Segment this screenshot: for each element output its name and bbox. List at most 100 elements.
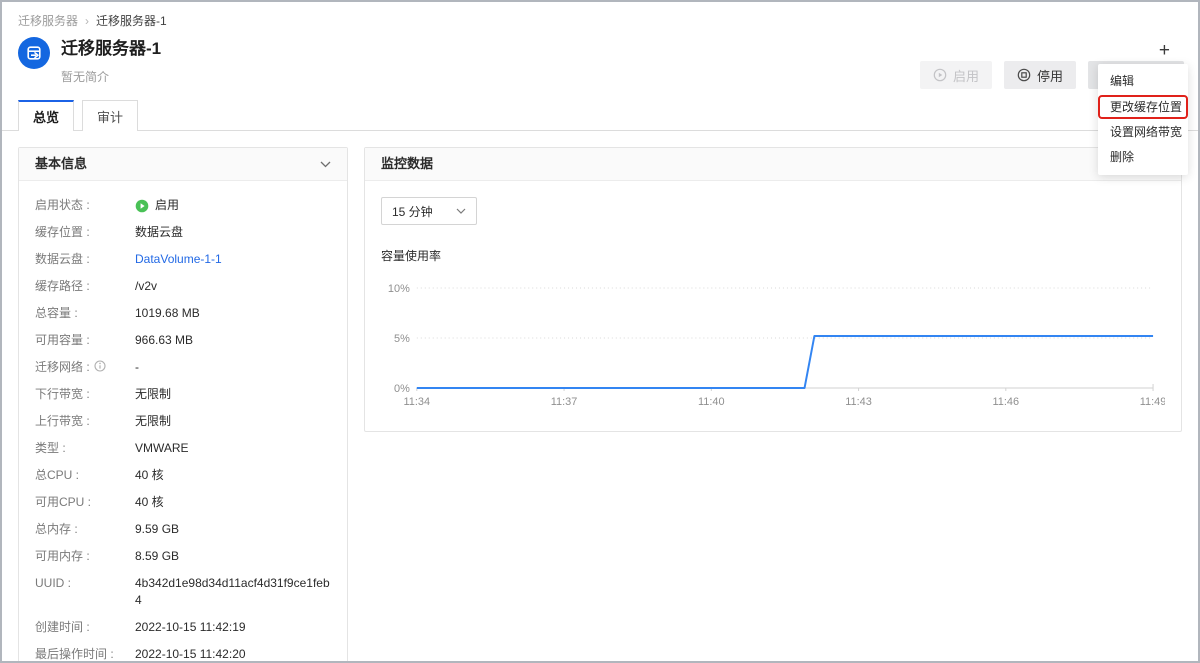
x-axis-tick-label: 11:46 — [993, 396, 1020, 408]
migration-server-icon — [18, 37, 50, 69]
stop-circle-icon — [1017, 68, 1031, 82]
info-row: 数据云盘 :DataVolume-1-1 — [35, 251, 331, 268]
info-value: 2022-10-15 11:42:20 — [135, 646, 331, 663]
info-label: 最后操作时间 : — [35, 646, 135, 663]
x-axis-tick-label: 11:37 — [551, 396, 578, 408]
breadcrumb: 迁移服务器 › 迁移服务器-1 — [2, 2, 1198, 29]
menu-item[interactable]: 编辑 — [1098, 69, 1188, 94]
breadcrumb-current: 迁移服务器-1 — [96, 12, 167, 29]
x-axis-tick-label: 11:43 — [845, 396, 872, 408]
content-area: 基本信息 启用状态 :启用缓存位置 :数据云盘数据云盘 :DataVolume-… — [2, 131, 1198, 663]
info-row: 总CPU :40 核 — [35, 467, 331, 484]
basic-info-header[interactable]: 基本信息 — [19, 148, 347, 181]
info-label: 上行带宽 : — [35, 413, 135, 430]
page-title: 迁移服务器-1 — [61, 37, 161, 61]
basic-info-panel: 基本信息 启用状态 :启用缓存位置 :数据云盘数据云盘 :DataVolume-… — [18, 147, 348, 663]
enable-button[interactable]: 启用 — [920, 61, 992, 89]
info-row: 启用状态 : 启用 — [35, 197, 331, 214]
info-row: 缓存位置 :数据云盘 — [35, 224, 331, 241]
info-value: 1019.68 MB — [135, 305, 331, 322]
info-value: VMWARE — [135, 440, 331, 457]
tab-overview[interactable]: 总览 — [18, 100, 74, 131]
info-value: 数据云盘 — [135, 224, 331, 241]
enable-button-label: 启用 — [953, 66, 979, 85]
info-row: 缓存路径 :/v2v — [35, 278, 331, 295]
info-label: 迁移网络 : — [35, 359, 135, 376]
info-label: UUID : — [35, 575, 135, 609]
chevron-down-icon — [456, 208, 466, 214]
info-label: 可用CPU : — [35, 494, 135, 511]
x-axis-tick-label: 11:49 — [1140, 396, 1165, 408]
info-value: 2022-10-15 11:42:19 — [135, 619, 331, 636]
more-actions-dropdown: 编辑更改缓存位置设置网络带宽删除 — [1098, 64, 1188, 175]
info-value: 40 核 — [135, 494, 331, 511]
info-row: 最后操作时间 :2022-10-15 11:42:20 — [35, 646, 331, 663]
tab-audit[interactable]: 审计 — [82, 100, 138, 131]
info-label: 类型 : — [35, 440, 135, 457]
info-value: 40 核 — [135, 467, 331, 484]
info-value-link[interactable]: DataVolume-1-1 — [135, 251, 331, 268]
monitor-header: 监控数据 — [365, 148, 1181, 181]
info-icon[interactable] — [94, 360, 106, 372]
info-value: 无限制 — [135, 413, 331, 430]
app-window: 迁移服务器 › 迁移服务器-1 迁移服务器-1 暂无简介 + 启用 — [0, 0, 1200, 663]
menu-item[interactable]: 设置网络带宽 — [1098, 120, 1188, 145]
status-text: 启用 — [155, 197, 179, 214]
period-select[interactable]: 15 分钟 — [381, 197, 477, 225]
info-value: 启用 — [135, 197, 331, 214]
info-value: 4b342d1e98d34d11acf4d31f9ce1feb4 — [135, 575, 331, 609]
info-value: /v2v — [135, 278, 331, 295]
info-value: 966.63 MB — [135, 332, 331, 349]
tab-bar: 总览 审计 — [2, 100, 1198, 131]
info-row: 上行带宽 :无限制 — [35, 413, 331, 430]
info-label: 启用状态 : — [35, 197, 135, 214]
monitor-panel: 监控数据 15 分钟 容量使用率 0% 5% 10% 11:34 11:37 11:40 1… — [364, 147, 1182, 432]
menu-item[interactable]: 删除 — [1098, 145, 1188, 170]
period-select-value: 15 分钟 — [392, 203, 433, 220]
page-header: 迁移服务器-1 暂无简介 + 启用 停用 更多操作 — [2, 29, 1198, 85]
monitor-title: 监控数据 — [381, 148, 433, 180]
basic-info-title: 基本信息 — [35, 148, 87, 180]
info-row: UUID :4b342d1e98d34d11acf4d31f9ce1feb4 — [35, 575, 331, 609]
info-row: 迁移网络 : - — [35, 359, 331, 376]
info-label: 创建时间 : — [35, 619, 135, 636]
disable-button[interactable]: 停用 — [1004, 61, 1076, 89]
info-value: - — [135, 359, 331, 376]
info-label: 缓存位置 : — [35, 224, 135, 241]
info-value: 8.59 GB — [135, 548, 331, 565]
menu-item-highlighted[interactable]: 更改缓存位置 — [1098, 95, 1188, 119]
info-label: 总容量 : — [35, 305, 135, 322]
info-row: 可用容量 :966.63 MB — [35, 332, 331, 349]
page-subtitle: 暂无简介 — [61, 68, 161, 85]
info-row: 可用CPU :40 核 — [35, 494, 331, 511]
chart-title: 容量使用率 — [381, 247, 1165, 264]
info-label: 总内存 : — [35, 521, 135, 538]
info-label: 可用容量 : — [35, 332, 135, 349]
info-label: 可用内存 : — [35, 548, 135, 565]
x-axis-tick-label: 11:34 — [404, 396, 431, 408]
play-circle-icon — [933, 68, 947, 82]
basic-info-body: 启用状态 :启用缓存位置 :数据云盘数据云盘 :DataVolume-1-1缓存… — [19, 181, 347, 663]
info-row: 总容量 :1019.68 MB — [35, 305, 331, 322]
info-row: 可用内存 :8.59 GB — [35, 548, 331, 565]
collapse-chevron-icon[interactable] — [320, 161, 331, 168]
plus-icon[interactable]: + — [1159, 43, 1170, 59]
capacity-usage-chart: 0% 5% 10% 11:34 11:37 11:40 11:43 11:46 11:49 — [381, 274, 1165, 414]
info-label: 总CPU : — [35, 467, 135, 484]
info-row: 类型 :VMWARE — [35, 440, 331, 457]
info-label: 缓存路径 : — [35, 278, 135, 295]
info-row: 下行带宽 :无限制 — [35, 386, 331, 403]
info-label: 下行带宽 : — [35, 386, 135, 403]
breadcrumb-separator-icon: › — [85, 14, 89, 28]
y-axis-tick-label: 10% — [388, 283, 410, 295]
info-label: 数据云盘 : — [35, 251, 135, 268]
status-enabled-icon — [135, 199, 149, 213]
y-axis-tick-label: 0% — [394, 383, 410, 395]
info-row: 总内存 :9.59 GB — [35, 521, 331, 538]
info-value: 无限制 — [135, 386, 331, 403]
info-row: 创建时间 :2022-10-15 11:42:19 — [35, 619, 331, 636]
breadcrumb-root[interactable]: 迁移服务器 — [18, 12, 78, 29]
y-axis-tick-label: 5% — [394, 333, 410, 345]
info-value: 9.59 GB — [135, 521, 331, 538]
x-axis-tick-label: 11:40 — [698, 396, 725, 408]
